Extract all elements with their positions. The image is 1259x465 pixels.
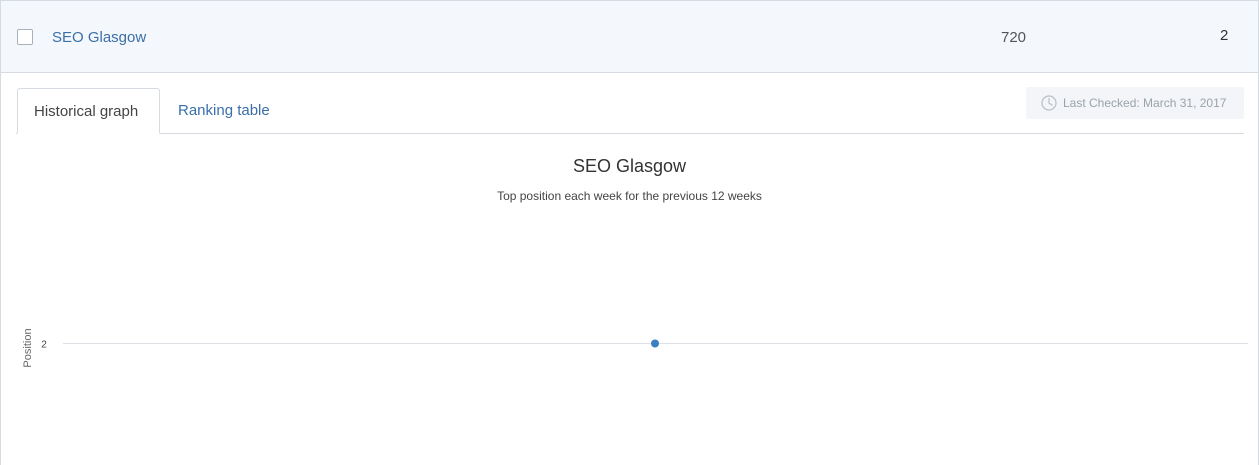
- y-tick-label: 2: [41, 340, 47, 351]
- search-volume: 720: [1001, 29, 1027, 46]
- keyword-checkbox[interactable]: [17, 29, 33, 45]
- chart-plot-area: 2: [41, 339, 1248, 351]
- keyword-row[interactable]: SEO Glasgow 720 2: [1, 0, 1258, 73]
- keyword-detail-panel: SEO Glasgow 720 2 Historical graph Ranki…: [0, 0, 1259, 465]
- last-checked-badge: Last Checked: March 31, 2017: [1026, 87, 1244, 119]
- clock-icon: [1041, 95, 1057, 111]
- historical-chart: SEO Glasgow Top position each week for t…: [1, 134, 1258, 465]
- last-checked-text: Last Checked: March 31, 2017: [1063, 96, 1227, 110]
- tab-historical-graph[interactable]: Historical graph: [17, 88, 160, 134]
- tab-ranking-table[interactable]: Ranking table: [162, 88, 286, 134]
- current-rank: 2: [1220, 27, 1229, 44]
- data-point[interactable]: [651, 339, 659, 348]
- keyword-name-link[interactable]: SEO Glasgow: [52, 29, 146, 46]
